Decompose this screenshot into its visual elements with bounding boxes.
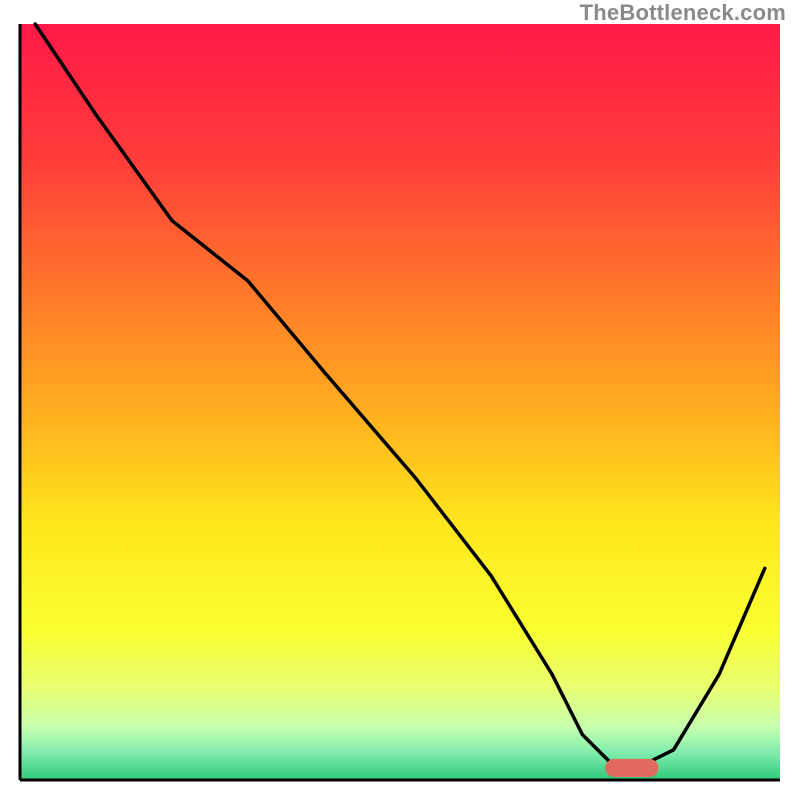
watermark-text: TheBottleneck.com	[580, 0, 786, 26]
bottleneck-chart	[0, 0, 800, 800]
optimal-marker	[605, 759, 658, 777]
chart-container	[0, 0, 800, 800]
gradient-background	[20, 24, 780, 780]
